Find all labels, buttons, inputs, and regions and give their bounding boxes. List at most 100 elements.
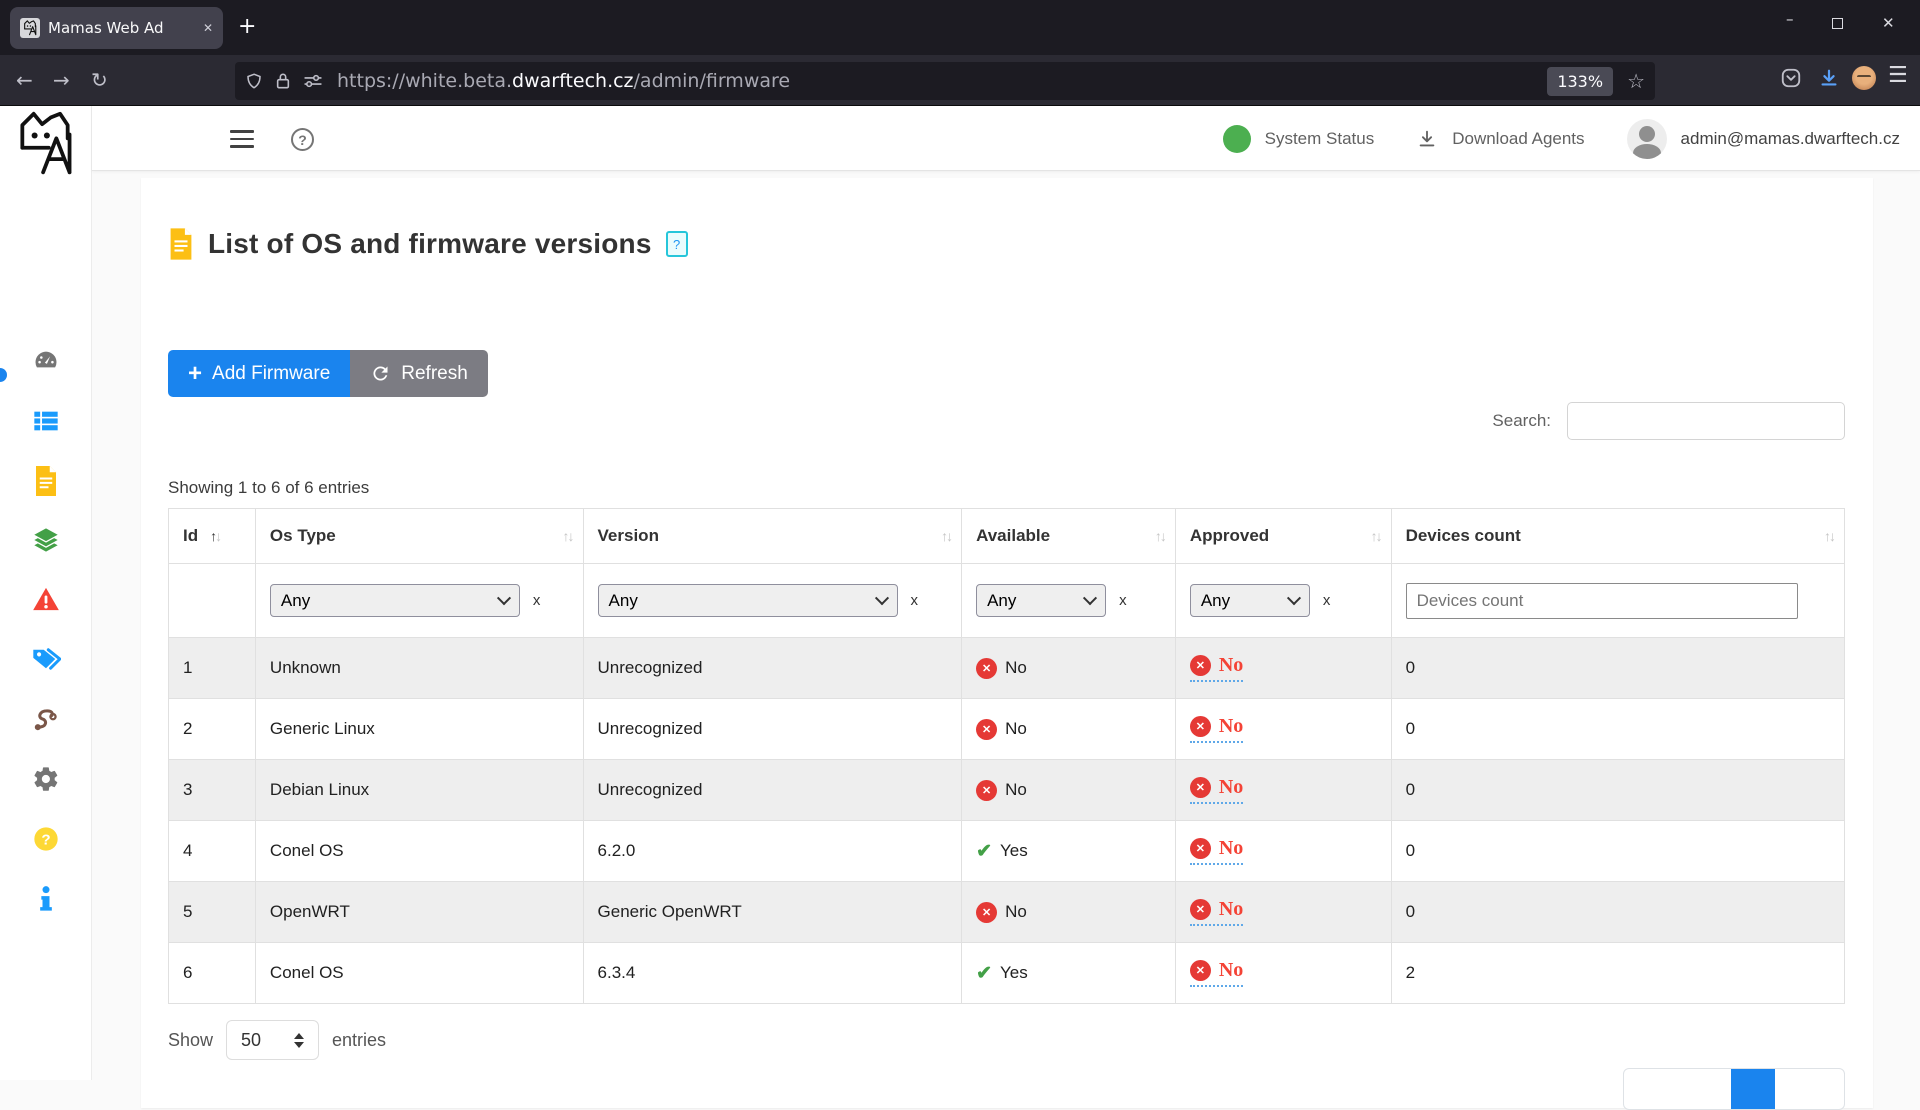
page-size-select[interactable]: 50 — [226, 1020, 320, 1060]
os-type-filter-clear[interactable]: x — [533, 592, 541, 609]
window-maximize-button[interactable] — [1832, 18, 1843, 29]
status-dot-icon — [1222, 124, 1251, 153]
browser-menu-icon[interactable]: ☰ — [1888, 63, 1908, 88]
column-header-available[interactable]: Available ↑↓ — [962, 509, 1176, 564]
app-help-button[interactable]: ? — [291, 128, 314, 151]
os-type-filter-select[interactable]: Any — [269, 584, 520, 617]
cell-approved: ✕ No — [1175, 699, 1392, 760]
refresh-button[interactable]: Refresh — [350, 350, 488, 397]
column-header-devices-count[interactable]: Devices count ↑↓ — [1391, 509, 1844, 564]
window-minimize-button[interactable]: – — [1786, 10, 1794, 28]
pagination-previous[interactable] — [1624, 1069, 1731, 1109]
cross-circle-icon: ✕ — [1189, 960, 1211, 981]
sort-icon: ↑↓ — [1154, 528, 1167, 544]
reload-button[interactable]: ↻ — [91, 68, 108, 92]
table-row: 1 Unknown Unrecognized ✕ No ✕ No 0 — [169, 638, 1844, 699]
app-logo[interactable] — [10, 110, 80, 183]
info-icon — [40, 886, 52, 911]
cell-version: Unrecognized — [583, 638, 963, 699]
content-card: List of OS and firmware versions ? + Add… — [141, 178, 1873, 1110]
url-bar[interactable]: https://white.beta.dwarftech.cz/admin/fi… — [235, 62, 1655, 100]
question-circle-icon: ? — [34, 827, 58, 851]
app-menu-toggle[interactable] — [230, 130, 254, 148]
approved-status[interactable]: ✕ No — [1189, 654, 1244, 682]
approved-status[interactable]: ✕ No — [1189, 837, 1244, 865]
user-menu[interactable]: admin@mamas.dwarftech.cz — [1626, 118, 1900, 159]
shield-icon — [247, 73, 261, 89]
approved-filter-clear[interactable]: x — [1323, 592, 1331, 609]
browser-tab[interactable]: Mamas Web Ad ✕ — [10, 7, 223, 49]
version-filter-select[interactable]: Any — [597, 584, 898, 617]
download-agents[interactable]: Download Agents — [1416, 128, 1585, 150]
sidebar-item-tags[interactable] — [30, 643, 62, 675]
pagination-current-page[interactable] — [1731, 1069, 1775, 1109]
gauge-icon — [35, 351, 57, 368]
sidebar-item-dashboard[interactable] — [30, 345, 62, 377]
profile-avatar-icon[interactable] — [1852, 66, 1876, 90]
page-help-icon[interactable]: ? — [665, 231, 688, 257]
search-input[interactable] — [1567, 402, 1845, 440]
cell-version: Unrecognized — [583, 699, 963, 760]
approved-status[interactable]: ✕ No — [1189, 715, 1244, 743]
permissions-icon — [304, 74, 322, 88]
search-label: Search: — [1492, 411, 1551, 430]
svg-text:?: ? — [41, 831, 50, 848]
window-close-button[interactable]: ✕ — [1882, 14, 1895, 32]
lock-icon — [276, 73, 290, 89]
browser-toolbar: ← → ↻ https://white.beta.dwarftech.cz/ad… — [0, 55, 1920, 106]
approved-status[interactable]: ✕ No — [1189, 959, 1244, 987]
back-button[interactable]: ← — [16, 68, 33, 92]
approved-status[interactable]: ✕ No — [1189, 898, 1244, 926]
version-filter-clear[interactable]: x — [911, 592, 919, 609]
column-header-approved[interactable]: Approved ↑↓ — [1175, 509, 1392, 564]
system-status-label: System Status — [1264, 128, 1375, 148]
cross-circle-icon: ✕ — [976, 779, 998, 801]
refresh-icon — [373, 366, 388, 381]
table-row: 2 Generic Linux Unrecognized ✕ No ✕ No 0 — [169, 699, 1844, 760]
pagination-next[interactable] — [1775, 1069, 1844, 1109]
spinner-arrows-icon — [294, 1032, 305, 1048]
available-filter-select[interactable]: Any — [976, 584, 1107, 617]
available-filter-clear[interactable]: x — [1119, 592, 1127, 609]
cell-available: ✕ No — [962, 638, 1176, 699]
cell-available: ✕ No — [962, 699, 1176, 760]
forward-button[interactable]: → — [53, 68, 70, 92]
pagination[interactable] — [1623, 1068, 1845, 1110]
table-header-row: Id ↑↓ Os Type ↑↓ Version ↑↓ Available ↑↓… — [169, 509, 1844, 564]
downloads-icon[interactable] — [1818, 67, 1840, 94]
cell-id: 6 — [169, 943, 256, 1004]
table-body: 1 Unknown Unrecognized ✕ No ✕ No 0 2 Generic Linu… — [169, 638, 1844, 1004]
sidebar-item-alerts[interactable] — [30, 583, 62, 615]
column-header-os-type[interactable]: Os Type ↑↓ — [255, 509, 584, 564]
check-icon: ✔ — [976, 962, 992, 984]
sidebar-item-routes[interactable] — [30, 703, 62, 735]
sidebar: ? — [0, 106, 92, 1080]
approved-status[interactable]: ✕ No — [1189, 776, 1244, 804]
sidebar-item-settings[interactable] — [30, 763, 62, 795]
approved-filter-select[interactable]: Any — [1189, 584, 1310, 617]
sidebar-item-groups[interactable] — [30, 524, 62, 556]
add-firmware-button[interactable]: + Add Firmware — [168, 350, 351, 397]
tags-icon — [33, 648, 61, 670]
devices-count-filter-input[interactable] — [1405, 582, 1798, 619]
bookmark-star-icon[interactable]: ☆ — [1627, 69, 1645, 94]
check-icon: ✔ — [976, 840, 992, 862]
column-header-id[interactable]: Id ↑↓ — [169, 509, 256, 564]
sidebar-item-device-table[interactable] — [30, 405, 62, 437]
cell-id: 3 — [169, 760, 256, 821]
system-status[interactable]: System Status — [1222, 124, 1375, 153]
table-row: 4 Conel OS 6.2.0 ✔ Yes ✕ No 0 — [169, 821, 1844, 882]
pocket-icon[interactable] — [1780, 67, 1802, 94]
new-tab-button[interactable]: + — [238, 16, 256, 38]
route-icon — [34, 709, 57, 731]
column-header-version[interactable]: Version ↑↓ — [583, 509, 963, 564]
tab-close-icon[interactable]: ✕ — [203, 21, 213, 35]
cell-approved: ✕ No — [1175, 882, 1392, 943]
show-label: Show — [168, 1029, 214, 1050]
cross-circle-icon: ✕ — [1189, 716, 1211, 737]
zoom-level-badge[interactable]: 133% — [1547, 66, 1614, 96]
sidebar-item-info[interactable] — [30, 883, 62, 915]
sidebar-item-firmware[interactable] — [30, 465, 62, 497]
cell-id: 1 — [169, 638, 256, 699]
sidebar-item-help[interactable]: ? — [30, 823, 62, 855]
